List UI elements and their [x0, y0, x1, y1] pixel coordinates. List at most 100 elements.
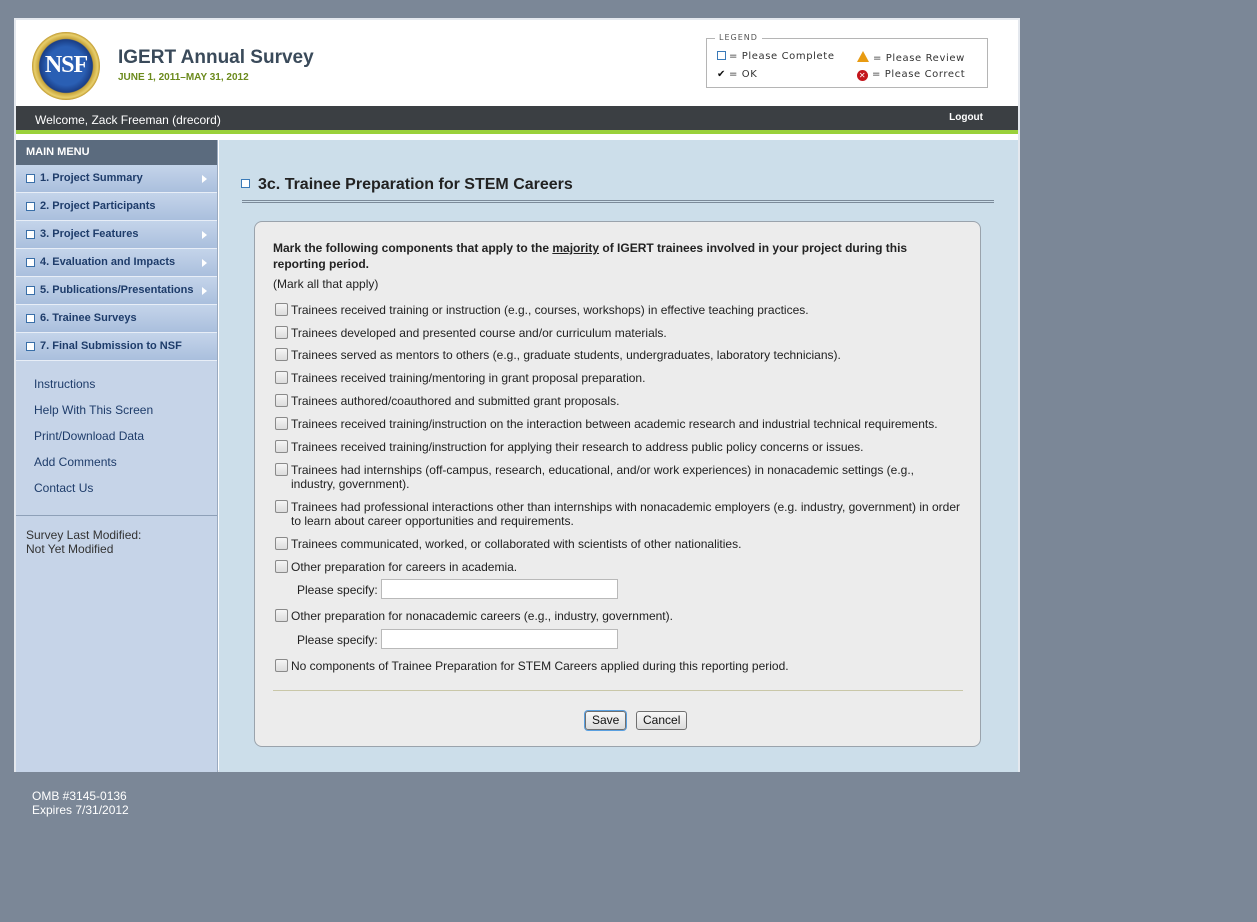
status-box-icon — [26, 258, 35, 267]
save-button[interactable]: Save — [585, 711, 627, 730]
main-menu-title: MAIN MENU — [16, 140, 217, 165]
sidebar-item-trainee-surveys[interactable]: 6. Trainee Surveys — [16, 305, 217, 333]
specify-nonacademic-label: Please specify: — [297, 633, 378, 647]
help-link[interactable]: Help With This Screen — [34, 403, 217, 429]
sidebar-item-label: 7. Final Submission to NSF — [40, 340, 182, 352]
footer: OMB #3145-0136 Expires 7/31/2012 — [32, 789, 129, 817]
checkbox[interactable] — [275, 609, 288, 622]
question-emphasis: majority — [552, 241, 600, 255]
logo-text: NSF — [44, 52, 88, 78]
option-label: Trainees served as mentors to others (e.… — [291, 348, 841, 362]
option-teaching-practices: Trainees received training or instructio… — [273, 303, 973, 317]
option-label: No components of Trainee Preparation for… — [291, 659, 789, 673]
page-title: 3c. Trainee Preparation for STEM Careers — [241, 176, 573, 194]
modified-label: Survey Last Modified: — [26, 528, 142, 542]
checkbox[interactable] — [275, 463, 288, 476]
status-box-icon — [26, 174, 35, 183]
header: NSF IGERT Annual Survey JUNE 1, 2011–MAY… — [16, 20, 1018, 106]
option-public-policy: Trainees received training/instruction f… — [273, 440, 973, 454]
main-content: 3c. Trainee Preparation for STEM Careers… — [219, 140, 1018, 772]
option-label: Trainees received training/mentoring in … — [291, 371, 646, 385]
option-grant-proposal-training: Trainees received training/mentoring in … — [273, 371, 973, 385]
option-label: Other preparation for nonacademic career… — [291, 609, 673, 623]
error-icon: ✕ — [857, 70, 868, 81]
checkbox[interactable] — [275, 537, 288, 550]
checkbox[interactable] — [275, 417, 288, 430]
question-text-part: Mark the following components that apply… — [273, 241, 553, 255]
sidebar-item-publications[interactable]: 5. Publications/Presentations — [16, 277, 217, 305]
app-title: IGERT Annual Survey — [118, 47, 314, 68]
option-label: Trainees received training or instructio… — [291, 303, 809, 317]
option-label: Trainees authored/coauthored and submitt… — [291, 394, 620, 408]
question-panel: Mark the following components that apply… — [254, 221, 981, 747]
checkbox[interactable] — [275, 371, 288, 384]
warning-icon — [857, 51, 869, 62]
instructions-link[interactable]: Instructions — [34, 377, 217, 403]
question-text: Mark the following components that apply… — [273, 240, 933, 272]
sidebar: MAIN MENU 1. Project Summary 2. Project … — [16, 140, 218, 772]
empty-box-icon — [717, 51, 726, 60]
checkbox[interactable] — [275, 659, 288, 672]
expiration-date: Expires 7/31/2012 — [32, 803, 129, 817]
top-bar: Welcome, Zack Freeman (drecord) Logout — [16, 106, 1018, 134]
survey-dates: JUNE 1, 2011–MAY 31, 2012 — [118, 72, 249, 83]
add-comments-link[interactable]: Add Comments — [34, 455, 217, 481]
option-label: Trainees had internships (off-campus, re… — [291, 463, 914, 491]
option-mentors: Trainees served as mentors to others (e.… — [273, 348, 973, 362]
nsf-logo: NSF — [28, 28, 104, 104]
option-none-applied: No components of Trainee Preparation for… — [273, 659, 973, 673]
sidebar-links: Instructions Help With This Screen Print… — [16, 361, 217, 516]
legend-please-review-label: = Please Review — [873, 53, 965, 64]
option-label: Trainees communicated, worked, or collab… — [291, 537, 742, 551]
page-title-text: 3c. Trainee Preparation for STEM Careers — [258, 176, 573, 193]
checkbox[interactable] — [275, 394, 288, 407]
checkbox[interactable] — [275, 326, 288, 339]
legend-please-correct-label: = Please Correct — [872, 69, 966, 80]
arrow-right-icon — [202, 287, 207, 295]
specify-academia-input[interactable] — [381, 579, 618, 599]
logout-link[interactable]: Logout — [949, 112, 983, 123]
sidebar-item-label: 1. Project Summary — [40, 172, 143, 184]
checkmark-icon: ✔ — [717, 69, 726, 80]
legend-please-review: = Please Review — [857, 51, 965, 64]
legend-title: LEGEND — [715, 33, 762, 42]
sidebar-item-project-summary[interactable]: 1. Project Summary — [16, 165, 217, 193]
checkbox[interactable] — [275, 348, 288, 361]
status-box-icon — [26, 202, 35, 211]
sidebar-item-project-participants[interactable]: 2. Project Participants — [16, 193, 217, 221]
survey-modified: Survey Last Modified: Not Yet Modified — [16, 516, 217, 568]
sidebar-item-project-features[interactable]: 3. Project Features — [16, 221, 217, 249]
legend-please-correct: ✕ = Please Correct — [857, 69, 965, 81]
option-label: Other preparation for careers in academi… — [291, 560, 518, 574]
specify-academia-label: Please specify: — [297, 583, 378, 597]
cancel-button[interactable]: Cancel — [636, 711, 688, 730]
title-divider — [242, 200, 994, 203]
legend-ok: ✔ = OK — [717, 69, 757, 80]
checkbox[interactable] — [275, 500, 288, 513]
sidebar-item-label: 5. Publications/Presentations — [40, 284, 194, 296]
option-other-nonacademic: Other preparation for nonacademic career… — [273, 609, 973, 623]
status-box-icon — [241, 179, 250, 188]
omb-number: OMB #3145-0136 — [32, 789, 127, 803]
option-industrial-requirements: Trainees received training/instruction o… — [273, 417, 973, 431]
mark-all-note: (Mark all that apply) — [273, 277, 379, 291]
legend-ok-label: = OK — [729, 69, 758, 80]
option-other-academia: Other preparation for careers in academi… — [273, 560, 973, 574]
checkbox[interactable] — [275, 440, 288, 453]
sidebar-item-evaluation-impacts[interactable]: 4. Evaluation and Impacts — [16, 249, 217, 277]
status-box-icon — [26, 314, 35, 323]
print-download-link[interactable]: Print/Download Data — [34, 429, 217, 455]
contact-us-link[interactable]: Contact Us — [34, 481, 217, 507]
checkbox[interactable] — [275, 303, 288, 316]
app-frame: NSF IGERT Annual Survey JUNE 1, 2011–MAY… — [14, 18, 1020, 772]
welcome-text: Welcome, Zack Freeman (drecord) — [35, 113, 221, 127]
status-box-icon — [26, 286, 35, 295]
specify-nonacademic-input[interactable] — [381, 629, 618, 649]
checkbox[interactable] — [275, 560, 288, 573]
sidebar-item-label: 3. Project Features — [40, 228, 139, 240]
option-label: Trainees received training/instruction f… — [291, 440, 864, 454]
option-professional-interactions: Trainees had professional interactions o… — [273, 500, 973, 528]
option-label: Trainees received training/instruction o… — [291, 417, 938, 431]
status-box-icon — [26, 230, 35, 239]
sidebar-item-final-submission[interactable]: 7. Final Submission to NSF — [16, 333, 217, 361]
